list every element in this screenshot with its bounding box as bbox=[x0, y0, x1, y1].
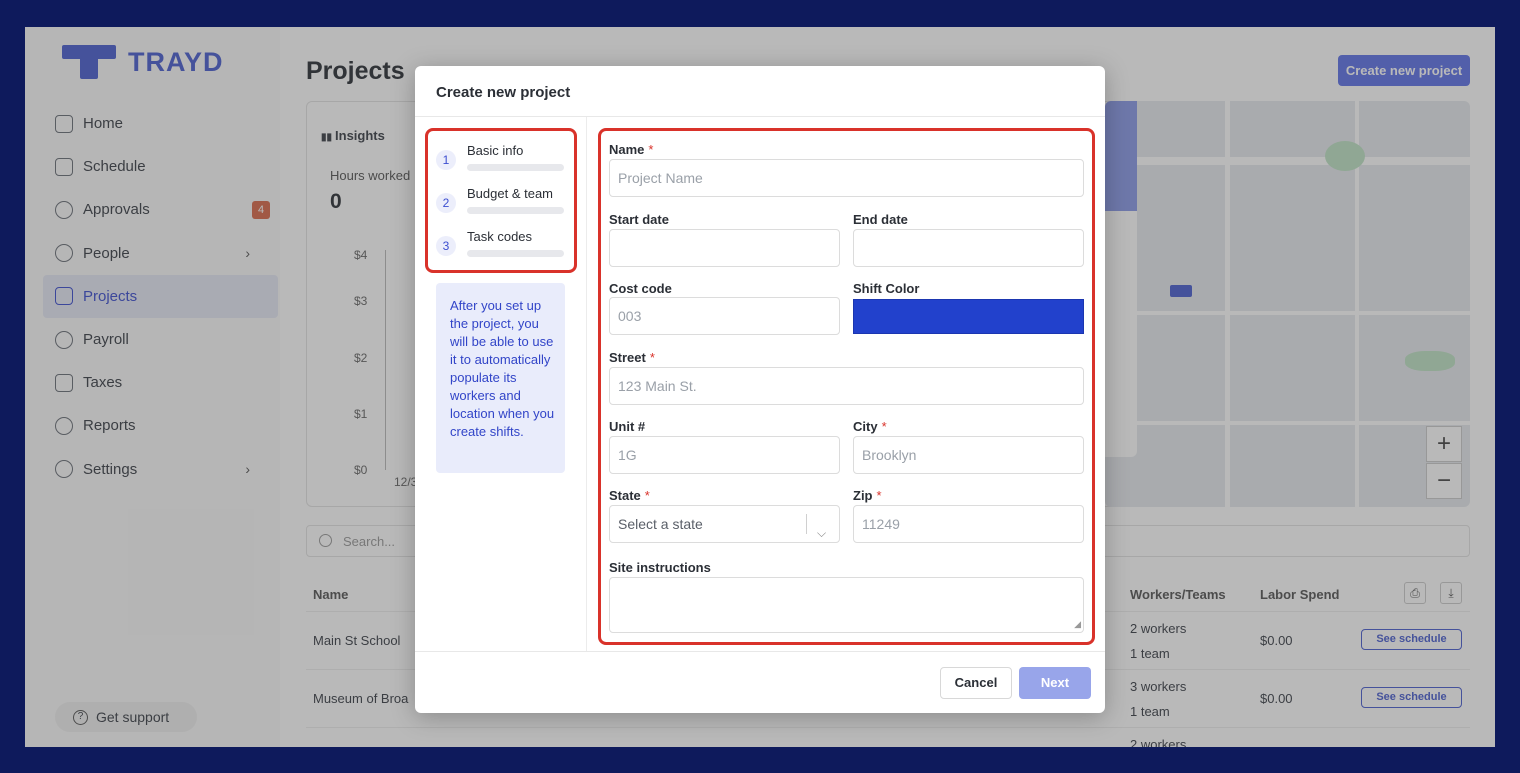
street-label: Street * bbox=[609, 350, 655, 365]
zip-input[interactable] bbox=[853, 505, 1084, 543]
required-marker: * bbox=[881, 419, 887, 434]
step-progress-bar bbox=[467, 250, 564, 257]
basic-info-form: Name* Start date End date Cost code Shif… bbox=[598, 128, 1095, 645]
step-number: 3 bbox=[436, 236, 456, 256]
steps-divider bbox=[586, 117, 587, 651]
required-marker: * bbox=[644, 488, 650, 503]
step-task-codes[interactable]: 3 Task codes bbox=[436, 225, 568, 265]
zip-label-text: Zip bbox=[853, 488, 873, 503]
state-label-text: State bbox=[609, 488, 641, 503]
step-list: 1 Basic info 2 Budget & team 3 Task code… bbox=[425, 128, 577, 273]
step-basic-info[interactable]: 1 Basic info bbox=[436, 139, 568, 179]
start-date-input[interactable] bbox=[609, 229, 840, 267]
shift-color-picker[interactable] bbox=[853, 299, 1084, 334]
modal-header: Create new project bbox=[415, 66, 1105, 117]
end-date-label: End date bbox=[853, 212, 908, 227]
required-marker: * bbox=[648, 142, 654, 157]
chevron-down-icon: ⌵ bbox=[817, 526, 827, 540]
start-date-label: Start date bbox=[609, 212, 669, 227]
step-label: Budget & team bbox=[467, 186, 553, 201]
step-budget-team[interactable]: 2 Budget & team bbox=[436, 182, 568, 222]
shift-color-label: Shift Color bbox=[853, 281, 920, 296]
modal-title: Create new project bbox=[436, 84, 571, 101]
city-input[interactable] bbox=[853, 436, 1084, 474]
required-marker: * bbox=[876, 488, 882, 503]
state-select[interactable]: Select a state ⌵ bbox=[609, 505, 840, 543]
unit-input[interactable] bbox=[609, 436, 840, 474]
name-label: Name * bbox=[609, 142, 653, 157]
street-label-text: Street bbox=[609, 350, 646, 365]
select-separator bbox=[806, 514, 807, 534]
street-input[interactable] bbox=[609, 367, 1084, 405]
state-select-value: Select a state bbox=[618, 516, 703, 532]
cancel-button[interactable]: Cancel bbox=[940, 667, 1012, 699]
step-number: 1 bbox=[436, 150, 456, 170]
step-number: 2 bbox=[436, 193, 456, 213]
required-marker: * bbox=[649, 350, 655, 365]
name-label-text: Name bbox=[609, 142, 645, 157]
step-progress-bar bbox=[467, 207, 564, 214]
cost-code-label: Cost code bbox=[609, 281, 672, 296]
info-callout: After you set up the project, you will b… bbox=[436, 283, 565, 473]
create-project-modal: Create new project 1 Basic info 2 Budget… bbox=[415, 66, 1105, 713]
unit-label: Unit # bbox=[609, 419, 646, 434]
project-name-input[interactable] bbox=[609, 159, 1084, 197]
zip-label: Zip * bbox=[853, 488, 882, 503]
city-label: City * bbox=[853, 419, 887, 434]
step-label: Basic info bbox=[467, 143, 524, 158]
site-instructions-label: Site instructions bbox=[609, 560, 711, 575]
state-label: State * bbox=[609, 488, 650, 503]
resize-handle-icon[interactable]: ◢ bbox=[1074, 619, 1081, 630]
site-instructions-textarea[interactable]: ◢ bbox=[609, 577, 1084, 633]
modal-footer: Cancel Next bbox=[415, 651, 1105, 713]
next-button[interactable]: Next bbox=[1019, 667, 1091, 699]
step-progress-bar bbox=[467, 164, 564, 171]
end-date-input[interactable] bbox=[853, 229, 1084, 267]
city-label-text: City bbox=[853, 419, 878, 434]
cost-code-input[interactable] bbox=[609, 297, 840, 335]
step-label: Task codes bbox=[467, 229, 533, 244]
